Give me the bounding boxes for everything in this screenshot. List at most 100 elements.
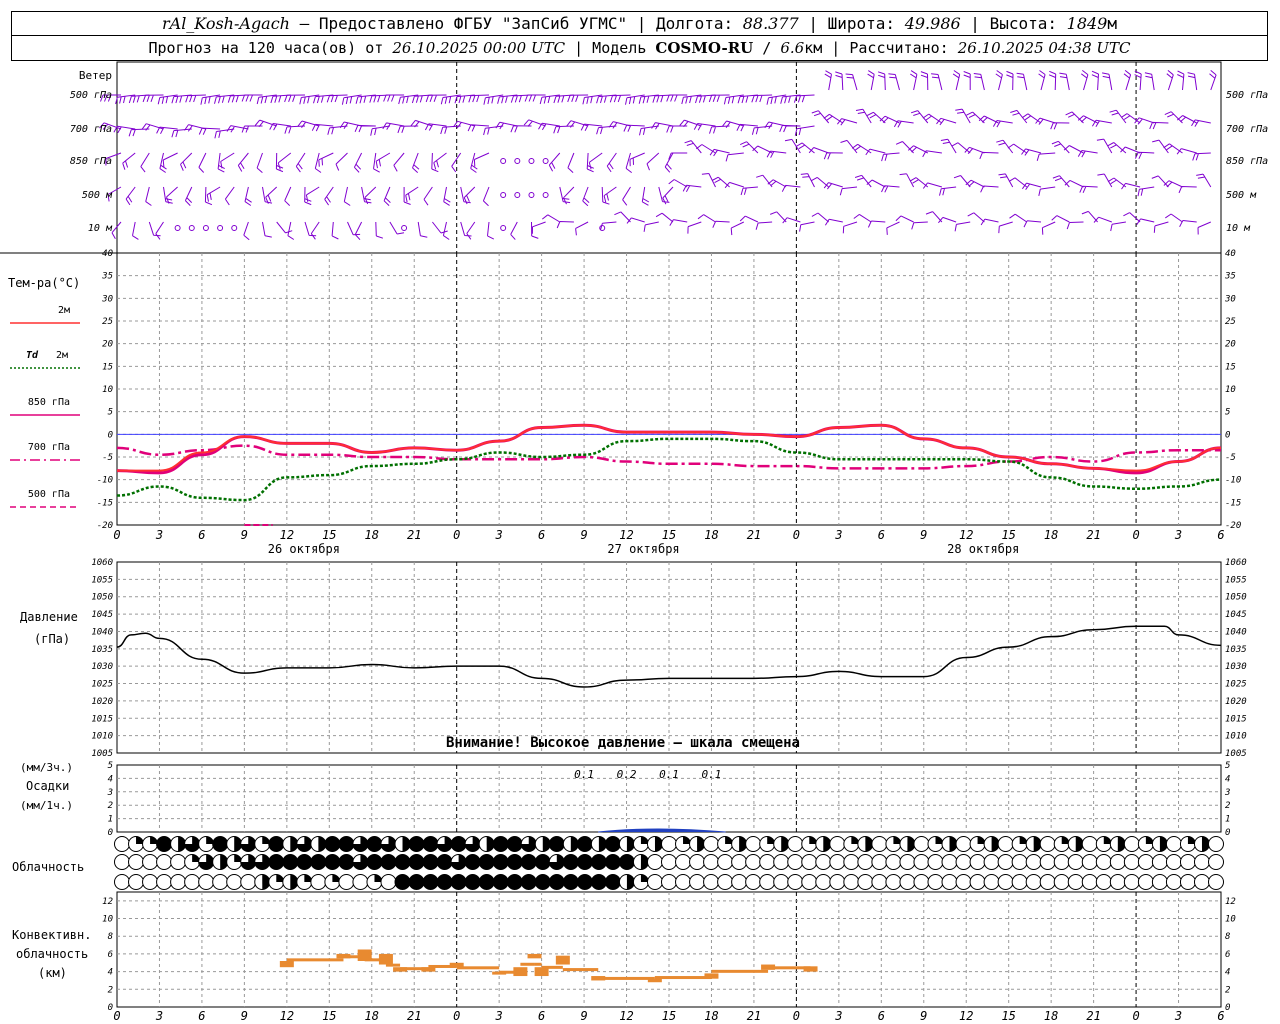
wind-barb-icon: [375, 152, 391, 169]
cloud-cover-symbol: [941, 874, 958, 890]
hour-tick-label-bottom: 3: [1174, 1009, 1182, 1023]
hour-tick-label: 3: [1174, 528, 1182, 542]
cloud-cover-symbol: [745, 874, 762, 890]
cloud-cover-symbol: [1151, 854, 1168, 870]
cloud-cover-symbol: [1208, 836, 1224, 852]
wind-barb-icon: [920, 71, 929, 91]
hour-tick-label: 18: [704, 528, 718, 542]
cloud-cover-symbol: [576, 854, 593, 870]
wind-barb-icon: [556, 221, 574, 229]
wind-barb-icon: [824, 218, 843, 226]
cloud-cover-symbol: [534, 874, 551, 890]
wind-barb-icon: [1178, 186, 1197, 194]
wind-barb-icon: [369, 94, 390, 103]
cloud-cover-symbol: [324, 854, 341, 870]
wind-barb-icon: [171, 94, 192, 104]
cloud-cover-symbol: [885, 854, 902, 870]
wind-barb-icon: [548, 152, 561, 172]
hour-tick-label: 3: [495, 528, 503, 542]
conv-tick-right: 12: [1225, 897, 1236, 907]
precip-tick-left: 2: [108, 801, 113, 811]
precip-tick-right: 2: [1225, 801, 1230, 811]
wind-barb-icon: [965, 179, 985, 188]
temp-tick-right: -15: [1225, 498, 1241, 508]
wind-barb-icon: [326, 94, 348, 103]
hour-tick-label: 21: [407, 528, 421, 542]
hour-tick-label: 3: [834, 528, 842, 542]
wind-barb-icon: [1209, 70, 1217, 91]
wind-barb-icon: [867, 220, 886, 228]
cloud-cover-symbol: [534, 854, 551, 870]
hour-tick-label-bottom: 18: [704, 1009, 718, 1023]
hour-tick-label: 3: [155, 528, 163, 542]
cloud-cover-symbol: [492, 874, 509, 890]
wind-barb-icon: [241, 125, 263, 133]
wind-barb-icon: [184, 186, 193, 206]
wind-barb-icon: [155, 221, 164, 240]
wind-barb-icon: [1121, 113, 1141, 124]
hour-tick-label-bottom: 3: [155, 1009, 163, 1023]
precip-tick-left: 5: [108, 761, 113, 771]
wind-level-label-right: 500 м: [1226, 190, 1257, 201]
wind-calm-icon: [401, 225, 408, 231]
cloud-cover-symbol: [604, 854, 621, 870]
hour-tick-label: 18: [1044, 528, 1058, 542]
cloud-cover-symbol: [1081, 854, 1098, 870]
wind-barb-icon: [708, 94, 730, 103]
cloud-cover-symbol: [548, 836, 565, 852]
wind-barb-icon: [823, 113, 844, 124]
cloud-cover-symbol: [1151, 874, 1168, 890]
cloud-cover-symbol: [464, 854, 481, 870]
cloud-cover-symbol: [562, 854, 579, 870]
wind-barb-icon: [1144, 72, 1155, 91]
wind-barb-icon: [425, 94, 447, 103]
hour-tick-label-bottom: 0: [113, 1009, 120, 1023]
temp-tick-right: -5: [1225, 453, 1236, 463]
cloud-cover-symbol: [661, 836, 677, 852]
wind-barb-icon: [375, 221, 384, 239]
wind-barb-icon: [730, 221, 745, 236]
wind-barb-icon: [953, 175, 971, 188]
cloud-cover-symbol: [1165, 836, 1182, 852]
wind-barb-icon: [1093, 216, 1112, 223]
wind-barb-icon: [265, 186, 278, 204]
conv-title-2: облачность: [16, 947, 88, 961]
wind-barb-icon: [553, 94, 574, 104]
cloud-cover-symbol: [226, 874, 243, 890]
hour-tick-label: 9: [580, 528, 587, 542]
temp-tick-left: -10: [97, 476, 113, 486]
wind-barb-icon: [198, 152, 207, 173]
pressure-tick-left: 1020: [91, 697, 113, 707]
conv-tick-left: 6: [108, 950, 113, 960]
wind-barb-icon: [697, 214, 716, 223]
wind-barb-icon: [237, 152, 249, 172]
convective-cloud-band: [428, 964, 457, 968]
wind-barb-icon: [331, 221, 339, 240]
wind-barb-icon: [940, 138, 957, 154]
cloud-cover-symbol: [661, 854, 677, 870]
wind-level-label: 700 гПа: [70, 124, 112, 135]
pressure-warning: Внимание! Высокое давление – шкала смеще…: [446, 735, 800, 751]
cloud-cover-symbol: [604, 874, 621, 890]
cloud-cover-symbol: [520, 874, 537, 890]
precip-value-label: 0.1: [574, 768, 594, 781]
cloud-cover-symbol: [408, 836, 425, 852]
cloud-cover-symbol: [352, 874, 369, 890]
wind-barb-icon: [1059, 72, 1070, 91]
wind-barb-icon: [582, 186, 590, 207]
wind-barb-icon: [626, 217, 645, 224]
cloud-cover-symbol: [843, 874, 860, 890]
cloud-cover-symbol: [983, 874, 1000, 890]
wind-barb-icon: [343, 186, 351, 206]
cloud-cover-symbol: [128, 874, 145, 890]
wind-barb-icon: [606, 152, 617, 173]
wind-barb-icon: [1079, 185, 1098, 194]
cloud-cover-symbol: [703, 874, 720, 890]
cloud-cover-symbol: [506, 836, 523, 852]
wind-barb-icon: [752, 145, 773, 154]
cloud-cover-symbol: [394, 854, 411, 870]
wind-calm-icon: [188, 225, 195, 231]
hour-tick-label-bottom: 18: [365, 1009, 379, 1023]
wind-barb-icon: [895, 141, 914, 154]
conv-tick-right: 2: [1225, 985, 1230, 995]
